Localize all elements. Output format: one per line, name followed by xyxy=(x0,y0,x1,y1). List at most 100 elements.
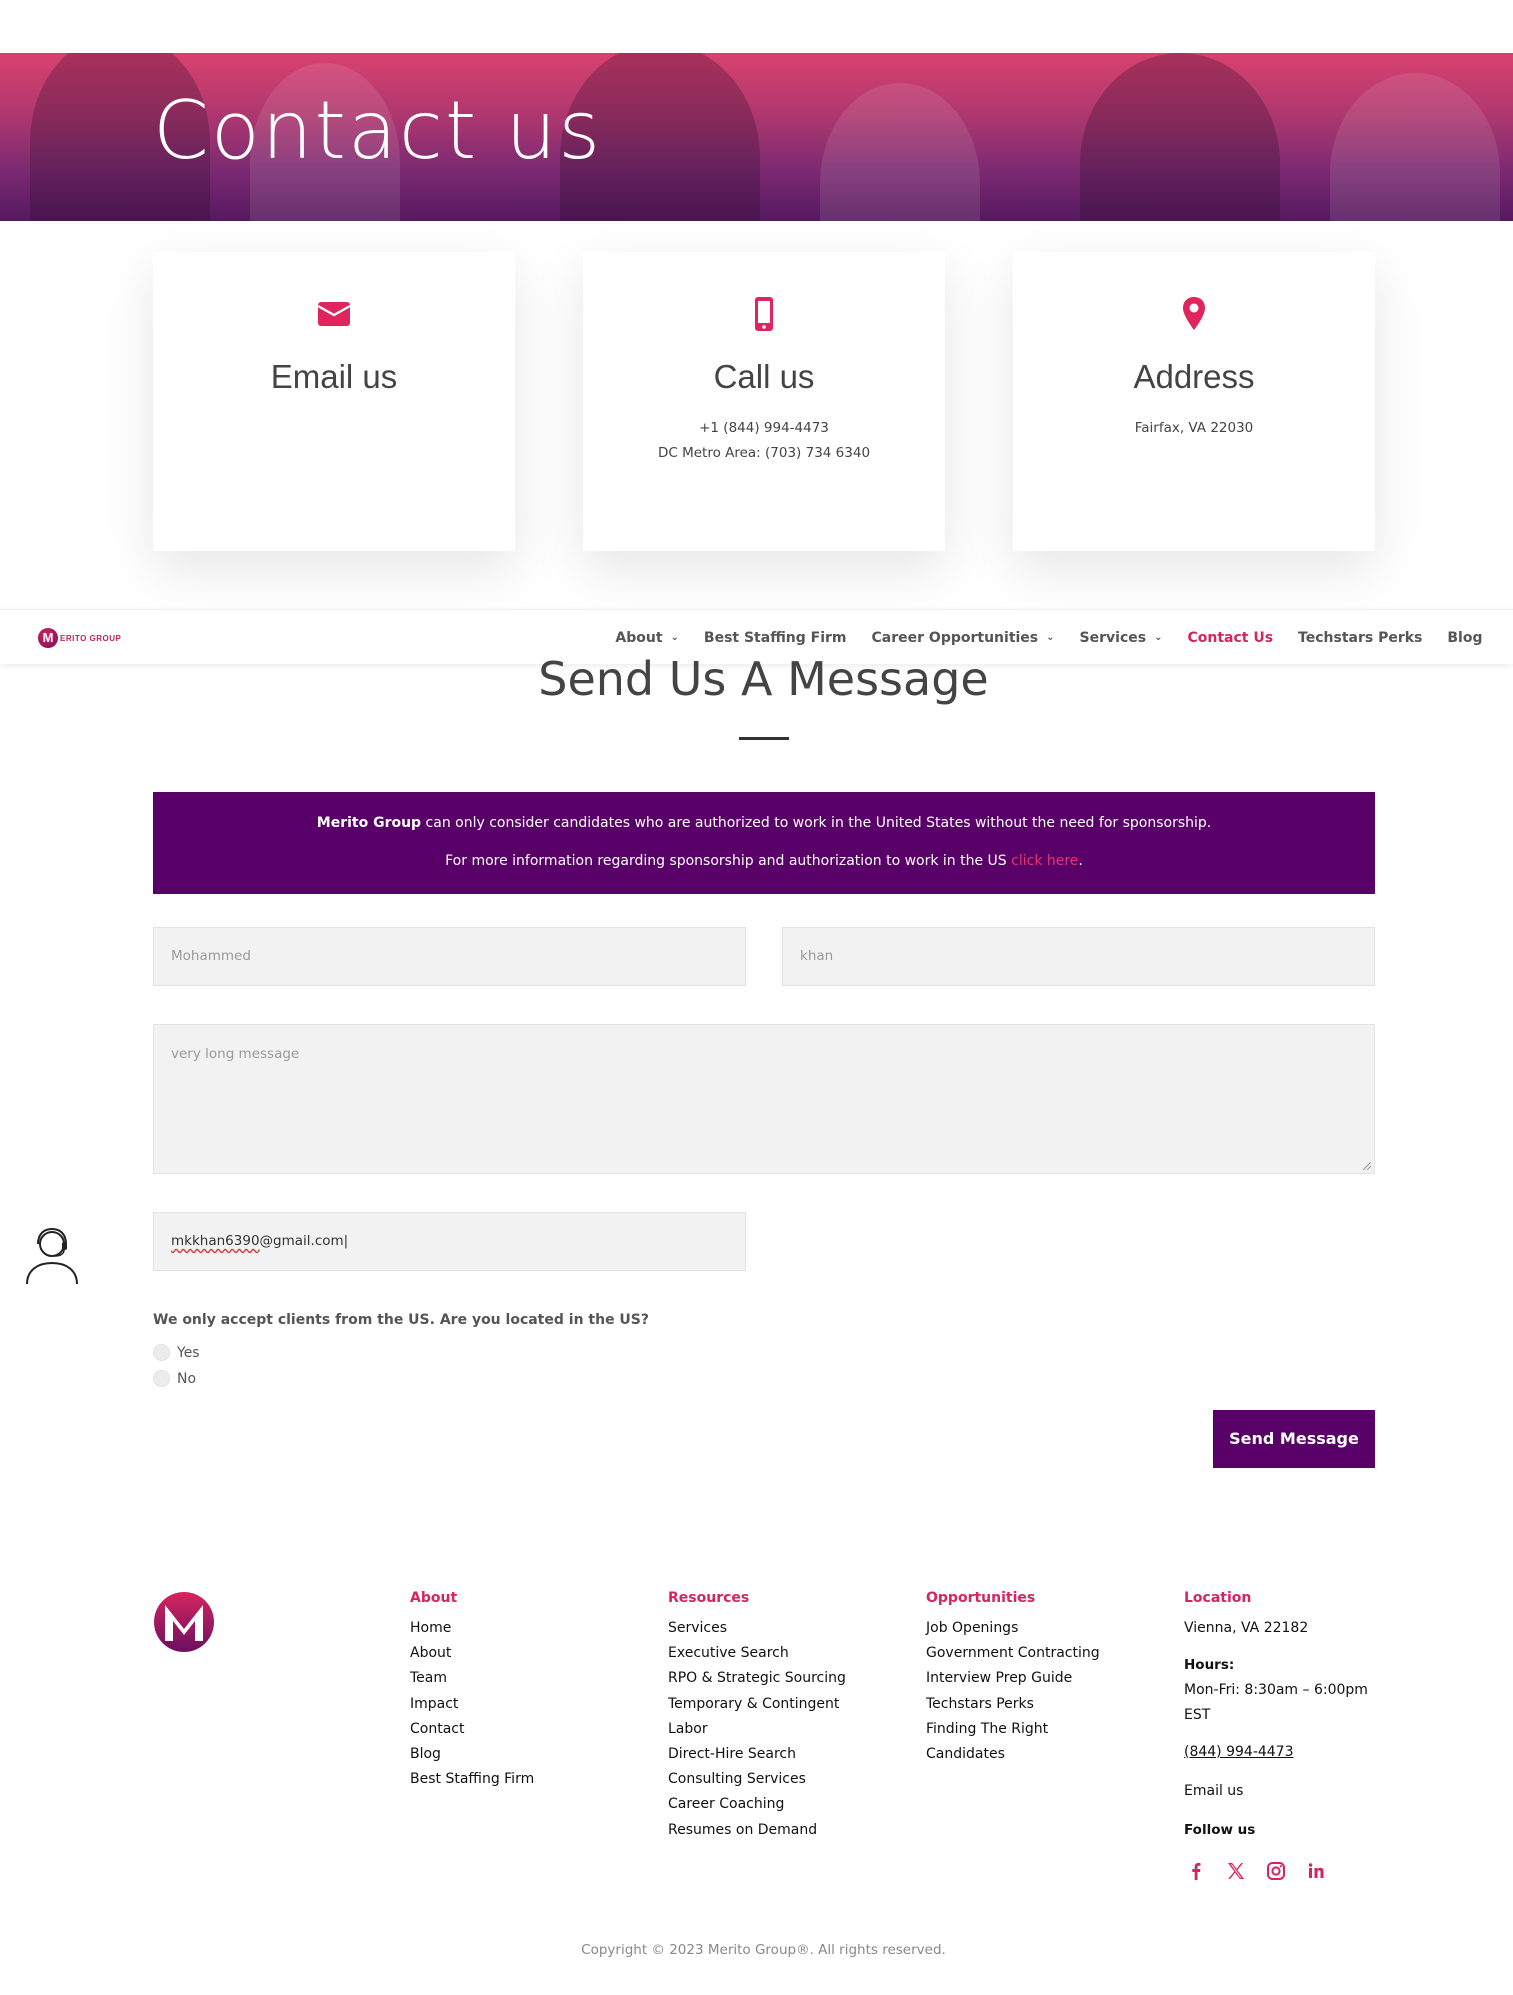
page-title: Contact us xyxy=(153,84,603,177)
social-links xyxy=(1184,1859,1368,1883)
card-title: Address xyxy=(1133,358,1255,395)
first-name-placeholder: Mohammed xyxy=(171,948,251,964)
footer-link-executive-search[interactable]: Executive Search xyxy=(668,1641,846,1666)
resize-handle-icon[interactable] xyxy=(1363,1162,1371,1170)
merito-footer-logo[interactable] xyxy=(153,1591,215,1653)
logo-text: ERITO GROUP xyxy=(60,633,122,643)
radio-button[interactable] xyxy=(153,1370,170,1387)
footer-link-finding-the-right[interactable]: Finding The Right xyxy=(926,1717,1100,1742)
nav-item-blog[interactable]: Blog xyxy=(1435,630,1495,646)
first-name-input[interactable]: Mohammed xyxy=(153,927,746,986)
phone-icon xyxy=(755,297,773,331)
hours-label: Hours: xyxy=(1184,1657,1235,1673)
instagram-icon[interactable] xyxy=(1264,1859,1288,1883)
address-text: Fairfax, VA 22030 xyxy=(1134,420,1254,436)
footer-address: Vienna, VA 22182 xyxy=(1184,1620,1309,1636)
email-card: Email us xyxy=(153,252,515,551)
support-agent-icon[interactable] xyxy=(24,1226,80,1286)
email-field[interactable]: mkkhan6390@gmail.com| xyxy=(153,1212,746,1271)
hero-background-figure xyxy=(1080,53,1280,221)
hours-timezone: EST xyxy=(1184,1707,1211,1723)
footer-link-home[interactable]: Home xyxy=(410,1616,534,1641)
footer-email-link[interactable]: Email us xyxy=(1184,1779,1368,1804)
facebook-icon[interactable] xyxy=(1184,1859,1208,1883)
footer-link-services[interactable]: Services xyxy=(668,1616,846,1641)
nav-item-techstars-perks[interactable]: Techstars Perks xyxy=(1286,630,1435,646)
footer-link-blog[interactable]: Blog xyxy=(410,1742,534,1767)
notice-text: can only consider candidates who are aut… xyxy=(421,815,1212,831)
footer-link-career-coaching[interactable]: Career Coaching xyxy=(668,1792,846,1817)
email-value: mkkhan6390@gmail.com| xyxy=(171,1233,349,1249)
last-name-input[interactable]: khan xyxy=(782,927,1375,986)
message-textarea[interactable]: very long message xyxy=(153,1024,1375,1174)
notice-line-2: For more information regarding sponsorsh… xyxy=(153,853,1375,869)
nav-item-label: Techstars Perks xyxy=(1298,629,1423,646)
footer-phone-link[interactable]: (844) 994-4473 xyxy=(1184,1740,1368,1765)
footer-resources-column: Resources Services Executive Search RPO … xyxy=(668,1590,846,1843)
footer-heading: About xyxy=(410,1590,458,1606)
nav-item-label: Contact Us xyxy=(1187,629,1274,646)
merito-logo[interactable]: M ERITO GROUP xyxy=(38,627,121,649)
radio-option-yes[interactable]: Yes xyxy=(153,1344,200,1361)
footer-link-temporary[interactable]: Temporary & Contingent xyxy=(668,1692,846,1717)
radio-option-no[interactable]: No xyxy=(153,1370,196,1387)
phone-number-dc[interactable]: DC Metro Area: (703) 734 6340 xyxy=(583,441,945,466)
footer-link-direct-hire[interactable]: Direct-Hire Search xyxy=(668,1742,846,1767)
nav-item-label: Best Staffing Firm xyxy=(703,629,847,646)
email-domain-text: @gmail.com xyxy=(259,1233,344,1249)
footer-link-impact[interactable]: Impact xyxy=(410,1692,534,1717)
footer-heading: Location xyxy=(1184,1590,1252,1606)
footer-link-rpo[interactable]: RPO & Strategic Sourcing xyxy=(668,1666,846,1691)
nav-item-career-opportunities[interactable]: Career Opportunities ⌄ xyxy=(859,630,1067,646)
footer-link-job-openings[interactable]: Job Openings xyxy=(926,1616,1100,1641)
card-title: Email us xyxy=(270,358,398,395)
footer-link-government-contracting[interactable]: Government Contracting xyxy=(926,1641,1100,1666)
footer-heading: Opportunities xyxy=(926,1590,1036,1606)
nav-item-contact-us[interactable]: Contact Us xyxy=(1175,630,1286,646)
company-name: Merito Group xyxy=(316,815,422,831)
sponsorship-notice: Merito Group can only consider candidate… xyxy=(153,792,1375,894)
footer-link-resumes[interactable]: Resumes on Demand xyxy=(668,1818,846,1843)
footer-link-about[interactable]: About xyxy=(410,1641,534,1666)
radio-label: Yes xyxy=(177,1344,200,1361)
email-user-text: mkkhan6390 xyxy=(171,1233,260,1249)
send-message-button[interactable]: Send Message xyxy=(1213,1410,1375,1468)
footer-about-column: About Home About Team Impact Contact Blo… xyxy=(410,1590,534,1792)
nav-item-label: Career Opportunities xyxy=(871,629,1039,646)
linkedin-icon[interactable] xyxy=(1304,1859,1328,1883)
footer-link-consulting[interactable]: Consulting Services xyxy=(668,1767,846,1792)
radio-button[interactable] xyxy=(153,1344,170,1361)
logo-mark: M xyxy=(38,628,58,648)
footer-link-labor[interactable]: Labor xyxy=(668,1717,846,1742)
hero-banner: Contact us xyxy=(0,53,1513,221)
footer-link-interview-prep[interactable]: Interview Prep Guide xyxy=(926,1666,1100,1691)
nav-item-label: About xyxy=(615,629,663,646)
call-card: Call us +1 (844) 994-4473 DC Metro Area:… xyxy=(583,252,945,551)
title-divider xyxy=(739,737,789,740)
nav-item-best-staffing-firm[interactable]: Best Staffing Firm xyxy=(691,630,859,646)
hero-background-figure xyxy=(1330,73,1500,221)
hours-text: Mon-Fri: 8:30am – 6:00pm xyxy=(1184,1682,1368,1698)
last-name-placeholder: khan xyxy=(800,948,834,964)
x-icon[interactable] xyxy=(1224,1859,1248,1883)
copyright-text: Copyright © 2023 Merito Group®. All righ… xyxy=(581,1942,946,1958)
footer-link-team[interactable]: Team xyxy=(410,1666,534,1691)
notice-text: For more information regarding sponsorsh… xyxy=(445,853,1012,869)
phone-number[interactable]: +1 (844) 994-4473 xyxy=(583,416,945,441)
footer-link-techstars-perks[interactable]: Techstars Perks xyxy=(926,1692,1100,1717)
notice-line-1: Merito Group can only consider candidate… xyxy=(153,815,1375,831)
follow-us-label: Follow us xyxy=(1184,1822,1256,1838)
card-title: Call us xyxy=(713,358,815,395)
nav-item-label: Services xyxy=(1079,629,1147,646)
nav-item-services[interactable]: Services ⌄ xyxy=(1067,630,1175,646)
footer-link-candidates[interactable]: Candidates xyxy=(926,1742,1100,1767)
footer-opportunities-column: Opportunities Job Openings Government Co… xyxy=(926,1590,1100,1767)
footer-heading: Resources xyxy=(668,1590,750,1606)
footer-link-best-staffing-firm[interactable]: Best Staffing Firm xyxy=(410,1767,534,1792)
address-card: Address Fairfax, VA 22030 xyxy=(1013,252,1375,551)
footer-link-contact[interactable]: Contact xyxy=(410,1717,534,1742)
nav-item-about[interactable]: About ⌄ xyxy=(603,630,692,646)
section-title: Send Us A Message xyxy=(538,652,989,706)
click-here-link[interactable]: click here xyxy=(1011,853,1078,869)
notice-text: . xyxy=(1078,853,1083,869)
